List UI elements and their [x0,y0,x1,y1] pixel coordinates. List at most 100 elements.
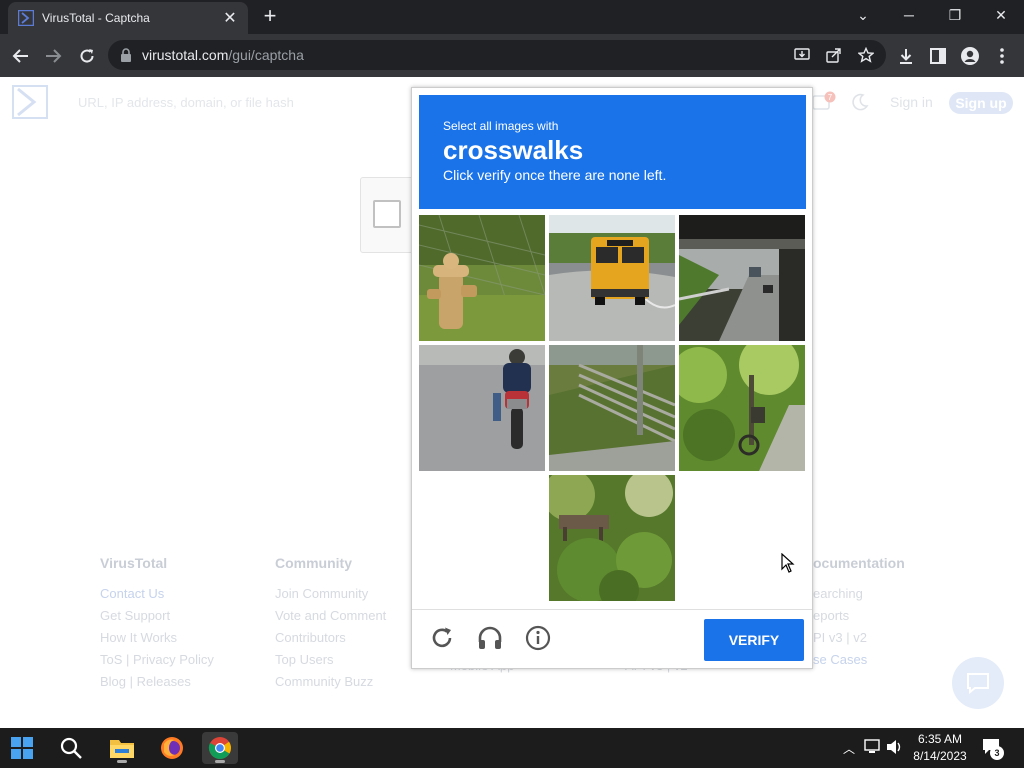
tab-title: VirusTotal - Captcha [42,11,150,25]
info-icon[interactable] [524,624,552,652]
captcha-tile-empty[interactable] [419,475,545,601]
taskbar-clock[interactable]: 6:35 AM 8/14/2023 [904,731,976,765]
footer-link[interactable]: earching [813,583,905,605]
running-indicator [215,760,225,763]
notification-center-button[interactable]: 3 [982,738,1004,763]
virustotal-logo-icon[interactable] [12,85,50,119]
footer-col-virustotal: VirusTotal Contact Us Get Support How It… [100,555,214,693]
captcha-tile-1[interactable] [419,215,545,341]
url-host: virustotal.com [142,47,229,63]
sign-in-link[interactable]: Sign in [890,94,933,110]
browser-tab[interactable]: VirusTotal - Captcha ✕ [8,2,248,34]
tab-search-icon[interactable]: ⌄ [848,4,878,26]
footer-link[interactable]: Blog | Releases [100,671,214,693]
footer-link[interactable]: Contact Us [100,583,214,605]
audio-challenge-headphones-icon[interactable] [476,624,504,652]
footer-col-community: Community Join Community Vote and Commen… [275,555,386,693]
taskbar-chrome[interactable] [202,732,238,764]
side-panel-icon[interactable] [928,46,948,66]
browser-toolbar: virustotal.com/gui/captcha [0,34,1024,77]
challenge-hint: Click verify once there are none left. [443,167,667,183]
footer-link[interactable] [813,671,905,693]
challenge-instruction: Select all images with [443,119,559,133]
downloads-icon[interactable] [896,46,916,66]
footer-link[interactable]: Community Buzz [275,671,386,693]
verify-button[interactable]: VERIFY [704,619,804,661]
url-path: /gui/captcha [228,47,304,63]
clock-time: 6:35 AM [917,732,963,746]
notifications-icon[interactable]: 7 [812,91,836,113]
captcha-tile-3[interactable] [679,215,805,341]
dark-mode-moon-icon[interactable] [850,92,870,112]
back-arrow-icon [12,49,28,63]
firefox-icon [161,737,183,759]
notification-count-badge: 3 [990,746,1004,760]
footer-link[interactable]: Vote and Comment [275,605,386,627]
windows-logo-icon [11,737,33,759]
site-search-placeholder[interactable]: URL, IP address, domain, or file hash [78,95,294,110]
footer-link[interactable]: How It Works [100,627,214,649]
chat-button[interactable] [952,657,1004,709]
footer-link[interactable]: Contributors [275,627,386,649]
volume-icon[interactable] [886,739,904,755]
footer-link[interactable]: se Cases [813,649,905,671]
captcha-tile-4[interactable] [419,345,545,471]
new-tab-button[interactable]: + [258,5,282,29]
footer-link[interactable]: Get Support [100,605,214,627]
notification-badge: 7 [828,93,833,102]
tab-close-icon[interactable]: ✕ [222,8,238,28]
footer-heading: Community [275,555,352,571]
taskbar-search-button[interactable] [53,732,89,764]
install-app-icon[interactable] [794,47,810,63]
search-icon [60,737,82,759]
lock-icon [121,48,131,62]
footer-link[interactable]: Top Users [275,649,386,671]
virustotal-favicon-icon [18,10,34,26]
footer-link[interactable]: Join Community [275,583,386,605]
challenge-divider [412,609,812,610]
reload-button[interactable] [74,43,100,69]
forward-arrow-icon [46,49,62,63]
captcha-tile-empty[interactable] [679,475,805,601]
footer-col-documentation: ocumentation earching eports PI v3 | v2 … [813,555,905,693]
profile-avatar-icon[interactable] [960,46,980,66]
share-icon[interactable] [826,47,842,63]
captcha-tile-5[interactable] [549,345,675,471]
chrome-menu-icon[interactable] [992,46,1012,66]
recaptcha-checkbox[interactable] [373,200,401,228]
chat-bubble-icon [967,673,989,694]
taskbar-firefox[interactable] [154,732,190,764]
reload-icon [80,49,94,63]
footer-heading: VirusTotal [100,555,168,571]
chrome-icon [208,737,231,759]
captcha-tile-2[interactable] [549,215,675,341]
recaptcha-challenge: Select all images with crosswalks Click … [411,87,813,669]
captcha-tile-8[interactable] [549,475,675,601]
captcha-tile-6[interactable] [679,345,805,471]
windows-taskbar: ︿ 6:35 AM 8/14/2023 3 [0,728,1024,768]
footer-link[interactable]: eports [813,605,905,627]
restore-button[interactable]: ❐ [940,4,970,26]
taskbar-file-explorer[interactable] [104,732,140,764]
back-button[interactable] [8,43,34,69]
minimize-button[interactable]: ─ [894,4,924,26]
mouse-cursor-icon [781,553,795,573]
footer-heading: ocumentation [813,555,905,571]
start-button[interactable] [4,732,40,764]
running-indicator [117,760,127,763]
network-icon[interactable] [864,739,882,755]
sign-up-button[interactable]: Sign up [949,92,1013,114]
challenge-target: crosswalks [443,135,584,165]
folder-icon [110,740,134,758]
close-window-button[interactable]: ✕ [986,4,1016,26]
footer-link[interactable]: PI v3 | v2 [813,627,905,649]
show-hidden-icons-chevron-icon[interactable]: ︿ [843,740,855,757]
bookmark-star-icon[interactable] [858,47,874,63]
footer-link[interactable]: ToS | Privacy Policy [100,649,214,671]
browser-titlebar: VirusTotal - Captcha ✕ + ⌄ ─ ❐ ✕ [0,0,1024,34]
forward-button[interactable] [40,43,66,69]
challenge-header: Select all images with crosswalks Click … [419,95,806,209]
address-bar[interactable]: virustotal.com/gui/captcha [108,40,886,70]
reload-challenge-icon[interactable] [428,624,456,652]
clock-date: 8/14/2023 [913,749,967,763]
